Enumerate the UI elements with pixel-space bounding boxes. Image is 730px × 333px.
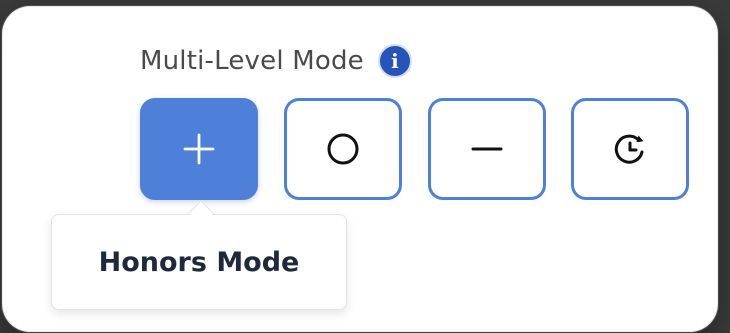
- mode-tooltip: Honors Mode: [51, 200, 347, 310]
- plus-icon: [177, 127, 221, 171]
- mode-title: Multi-Level Mode: [140, 46, 364, 76]
- screen-stage: Multi-Level Mode i Honors Mode: [0, 0, 730, 333]
- minus-mode-button[interactable]: [428, 98, 546, 200]
- history-mode-button[interactable]: [571, 98, 689, 200]
- info-icon-glyph: i: [391, 49, 399, 73]
- circle-mode-button[interactable]: [284, 98, 402, 200]
- circle-icon: [321, 127, 365, 171]
- mode-header: Multi-Level Mode i: [140, 44, 412, 78]
- minus-icon: [465, 127, 509, 171]
- mode-selector-panel: Multi-Level Mode i Honors Mode: [2, 6, 718, 332]
- history-icon: [608, 127, 652, 171]
- add-mode-button[interactable]: [140, 98, 258, 200]
- tooltip-box: Honors Mode: [51, 214, 347, 310]
- info-icon[interactable]: i: [377, 44, 412, 78]
- tooltip-label: Honors Mode: [98, 246, 300, 278]
